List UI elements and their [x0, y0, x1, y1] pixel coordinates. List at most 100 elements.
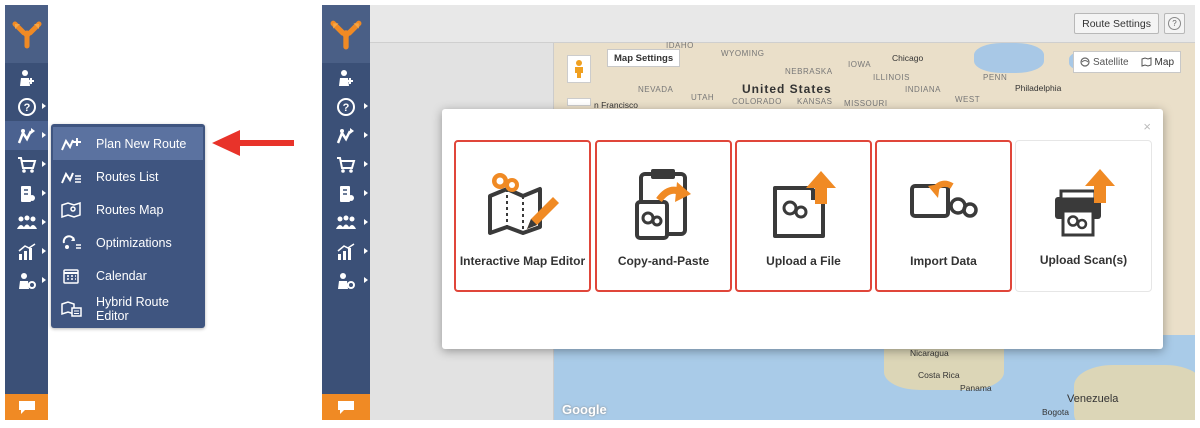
map-editor-icon — [487, 173, 559, 235]
map-label-wyoming: WYOMING — [721, 49, 765, 58]
submenu-item-label: Optimizations — [96, 235, 172, 250]
import-data-icon — [909, 180, 978, 218]
map-label-chicago: Chicago — [892, 53, 924, 63]
submenu-item-hybrid-route-editor[interactable]: Hybrid Route Editor — [51, 292, 205, 325]
sidebar-right: ? — [322, 5, 370, 420]
satellite-toggle[interactable]: Satellite — [1074, 57, 1135, 68]
map-label-panama: Panama — [960, 383, 992, 393]
logo[interactable] — [5, 5, 48, 63]
street-view-pegman[interactable] — [567, 55, 591, 83]
card-upload-scans[interactable]: Upload Scan(s) — [1015, 140, 1152, 292]
svg-text:?: ? — [343, 102, 350, 114]
optimizations-icon — [62, 234, 81, 249]
map-label-nevada: NEVADA — [638, 85, 674, 94]
route4me-logo-icon — [330, 20, 362, 50]
svg-text:?: ? — [23, 102, 30, 114]
card-import-data[interactable]: Import Data — [875, 140, 1012, 292]
cart-icon[interactable] — [5, 150, 48, 179]
map-label-venezuela: Venezuela — [1067, 393, 1119, 405]
map-label: Map — [1154, 56, 1174, 68]
map-label-philadelphia: Philadelphia — [1015, 83, 1062, 93]
route4me-logo-icon — [12, 21, 41, 49]
routes-submenu: Plan New Route Routes List Routes Map Op… — [51, 124, 205, 328]
map-label-costa-rica: Costa Rica — [918, 370, 960, 380]
routes-list-icon — [61, 171, 81, 183]
add-user-icon[interactable] — [5, 63, 48, 92]
satellite-label: Satellite — [1092, 56, 1129, 68]
cart-icon[interactable] — [322, 150, 370, 179]
chat-icon — [338, 401, 354, 414]
map-label-country: United States — [742, 82, 832, 96]
card-interactive-map-editor[interactable]: Interactive Map Editor — [454, 140, 591, 292]
submenu-item-label: Routes List — [96, 169, 159, 184]
card-label: Interactive Map Editor — [459, 254, 586, 268]
top-toolbar: Route Settings ? — [370, 5, 1195, 43]
logo[interactable] — [322, 5, 370, 63]
map-label-missouri: MISSOURI — [844, 99, 888, 108]
red-arrow-icon — [212, 130, 294, 156]
add-user-icon[interactable] — [322, 63, 370, 92]
user-settings-icon[interactable] — [322, 266, 370, 295]
help-icon: ? — [1168, 17, 1181, 30]
close-icon[interactable]: × — [1143, 119, 1151, 134]
routes-icon[interactable] — [322, 121, 370, 150]
map-label-colorado: COLORADO — [732, 97, 782, 106]
chat-icon — [18, 401, 35, 414]
google-logo: Google — [562, 402, 607, 417]
map-label-kansas: KANSAS — [797, 97, 833, 106]
team-icon[interactable] — [322, 208, 370, 237]
satellite-icon — [1080, 57, 1090, 67]
submenu-item-optimizations[interactable]: Optimizations — [51, 226, 205, 259]
map-label-utah: UTAH — [691, 93, 715, 102]
submenu-item-label: Hybrid Route Editor — [95, 294, 169, 323]
map-toggle[interactable]: Map — [1135, 57, 1180, 68]
map-icon — [61, 201, 81, 218]
hybrid-editor-icon — [61, 300, 82, 317]
card-upload-a-file[interactable]: Upload a File — [735, 140, 872, 292]
routes-icon[interactable] — [5, 121, 48, 150]
chat-button[interactable] — [322, 394, 370, 420]
map-icon — [1141, 57, 1152, 67]
card-label: Upload Scan(s) — [1039, 253, 1128, 267]
add-route-modal: × Interactive Map Editor Copy-and-Paste … — [442, 109, 1163, 349]
submenu-item-routes-list[interactable]: Routes List — [51, 160, 205, 193]
map-label-indiana: INDIANA — [905, 85, 941, 94]
zoom-control[interactable] — [567, 98, 591, 106]
submenu-item-plan-new-route[interactable]: Plan New Route — [53, 127, 203, 160]
submenu-item-label: Plan New Route — [96, 136, 187, 151]
upload-file-icon — [772, 171, 836, 238]
address-book-icon[interactable] — [322, 179, 370, 208]
help-button[interactable]: ? — [1164, 13, 1185, 34]
clipboard-icon — [634, 169, 691, 240]
card-copy-and-paste[interactable]: Copy-and-Paste — [595, 140, 732, 292]
analytics-icon[interactable] — [322, 237, 370, 266]
card-label: Upload a File — [766, 254, 841, 268]
sidebar-left: ? — [5, 5, 48, 420]
analytics-icon[interactable] — [5, 237, 48, 266]
upload-scan-icon — [1054, 169, 1115, 237]
calendar-icon — [63, 268, 79, 284]
submenu-item-label: Routes Map — [96, 202, 164, 217]
team-icon[interactable] — [5, 208, 48, 237]
card-label: Import Data — [910, 254, 977, 268]
help-icon[interactable]: ? — [322, 92, 370, 121]
address-book-icon[interactable] — [5, 179, 48, 208]
card-label: Copy-and-Paste — [617, 254, 710, 268]
route-settings-button[interactable]: Route Settings — [1074, 13, 1159, 34]
map-label-west: WEST — [955, 95, 981, 104]
submenu-item-label: Calendar — [96, 268, 147, 283]
help-icon[interactable]: ? — [5, 92, 48, 121]
chat-button[interactable] — [5, 394, 48, 420]
map-label-nebraska: NEBRASKA — [785, 67, 833, 76]
page: ? Plan New Route Routes List Routes Map … — [0, 0, 1200, 428]
pegman-icon — [575, 60, 583, 78]
map-label-iowa: IOWA — [848, 60, 872, 69]
submenu-item-calendar[interactable]: Calendar — [51, 259, 205, 292]
plan-route-icon — [61, 137, 81, 150]
map-label-illinois: ILLINOIS — [873, 73, 910, 82]
map-settings-button[interactable]: Map Settings — [607, 49, 681, 67]
submenu-item-routes-map[interactable]: Routes Map — [51, 193, 205, 226]
map-type-toggle: Satellite Map — [1072, 51, 1181, 73]
map-label-penn: PENN — [983, 73, 1008, 82]
user-settings-icon[interactable] — [5, 266, 48, 295]
